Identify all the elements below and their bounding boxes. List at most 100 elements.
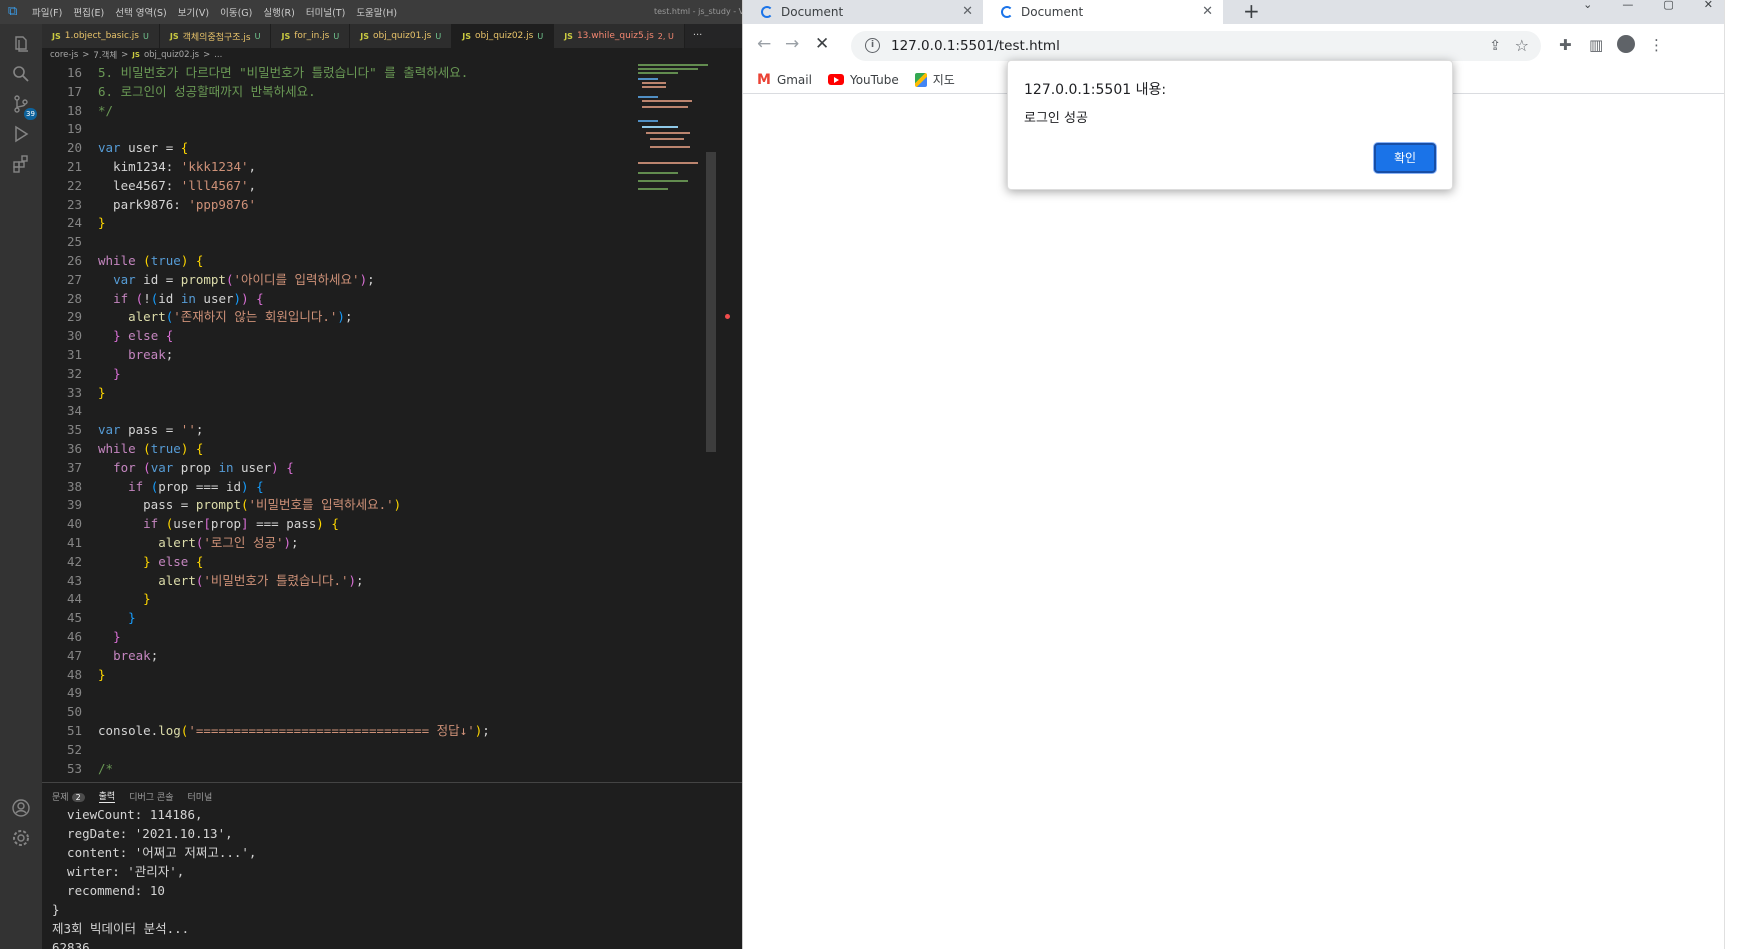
vscode-logo-icon: ⧉ (8, 4, 18, 19)
ok-button[interactable]: 확인 (1374, 143, 1436, 173)
menu-go[interactable]: 이동(G) (220, 5, 252, 19)
menu-view[interactable]: 보기(V) (178, 5, 209, 19)
line-number: 18 (66, 102, 82, 118)
code-line: if (prop === id) { (128, 478, 264, 494)
profile-avatar-icon[interactable] (1617, 35, 1635, 53)
tab-while-quiz5[interactable]: JS 13.while_quiz5.js 2, U (554, 24, 685, 48)
breadcrumb-folder[interactable]: 7.객체 (93, 49, 117, 61)
code-line: 6. 로그인이 성공할때까지 반복하세요. (98, 83, 316, 99)
output-line: wirter: '관리자', (52, 864, 185, 879)
kebab-menu-icon[interactable]: ⋮ (1649, 37, 1664, 53)
code-line: pass = prompt('비밀번호를 입력하세요.') (98, 497, 402, 513)
address-bar[interactable]: i 127.0.0.1:5501/test.html ⇪ ☆ (851, 31, 1541, 61)
menu-selection[interactable]: 선택 영역(S) (115, 5, 166, 19)
side-panel-icon[interactable]: ▥ (1589, 37, 1603, 53)
line-number: 48 (66, 666, 82, 682)
line-number: 39 (66, 497, 82, 513)
js-file-icon: JS (132, 51, 140, 59)
line-number: 30 (66, 328, 82, 344)
tab-object-basic[interactable]: JS 1.object_basic.js U (42, 24, 160, 48)
extensions-icon[interactable] (11, 154, 31, 174)
alert-dialog: 127.0.0.1:5501 내용: 로그인 성공 확인 (1007, 60, 1453, 190)
share-icon[interactable]: ⇪ (1489, 38, 1501, 54)
extensions-puzzle-icon[interactable]: ✚ (1559, 37, 1572, 53)
stop-loading-icon[interactable]: ✕ (815, 34, 829, 54)
breadcrumb: core-js > 7.객체 > JS obj_quiz02.js > ... (42, 48, 742, 62)
close-icon[interactable]: ✕ (962, 4, 973, 19)
tab-nested-object[interactable]: JS 객체의중첩구조.js U (159, 24, 272, 48)
menu-help[interactable]: 도움말(H) (356, 5, 397, 19)
line-number: 35 (66, 422, 82, 438)
new-tab-button[interactable]: + (1243, 0, 1260, 22)
minimize-icon[interactable]: — (1622, 0, 1633, 10)
tab-output[interactable]: 출력 (98, 789, 116, 803)
account-icon[interactable] (11, 798, 31, 818)
window-controls: ⌄ — ▢ ✕ (1583, 0, 1713, 10)
line-number: 38 (66, 478, 82, 494)
menu-terminal[interactable]: 터미널(T) (306, 5, 345, 19)
line-number: 40 (66, 516, 82, 532)
bookmark-youtube[interactable]: YouTube (827, 73, 899, 87)
browser-tab[interactable]: Document ✕ (743, 0, 983, 24)
explorer-icon[interactable] (11, 34, 31, 54)
window-close-icon[interactable]: ✕ (1704, 0, 1713, 10)
line-number: 26 (66, 253, 82, 268)
panel-tabs: 문제 2 출력 디버그 콘솔 터미널 (52, 787, 212, 805)
run-debug-icon[interactable] (11, 124, 31, 144)
settings-gear-icon[interactable] (11, 828, 31, 848)
tab-debug-console[interactable]: 디버그 콘솔 (129, 790, 173, 803)
output-panel: 문제 2 출력 디버그 콘솔 터미널 viewCount: 114186, reg… (42, 782, 742, 949)
bookmark-gmail[interactable]: M Gmail (757, 72, 812, 88)
background-window-edge (1724, 0, 1746, 949)
code-line: } else { (113, 328, 174, 344)
tab-problems[interactable]: 문제 2 (52, 790, 85, 803)
code-editor[interactable]: 16 17 18 19 20 21 22 23 24 25 26 27 28 2… (42, 62, 742, 782)
js-file-icon: JS (462, 31, 471, 41)
browser-tab-active[interactable]: Document ✕ (983, 0, 1223, 24)
loading-spinner-icon (761, 6, 773, 18)
vscode-titlebar: ⧉ 파일(F) 편집(E) 선택 영역(S) 보기(V) 이동(G) 실행(R)… (0, 0, 742, 24)
line-number: 33 (66, 384, 82, 400)
line-number: 20 (66, 140, 82, 156)
bookmark-maps[interactable]: 지도 (914, 71, 955, 88)
forward-arrow-icon[interactable]: → (785, 34, 799, 54)
url-text[interactable]: 127.0.0.1:5501/test.html (891, 31, 1060, 61)
menu-run[interactable]: 실행(R) (263, 5, 295, 19)
search-icon[interactable] (11, 64, 31, 84)
editor-tabs: JS 1.object_basic.js U JS 객체의중첩구조.js U JS for… (42, 24, 742, 48)
line-number: 47 (66, 647, 82, 663)
output-line: 제3회 빅데이터 분석... (52, 921, 190, 936)
breadcrumb-file[interactable]: obj_quiz02.js (144, 50, 199, 60)
maximize-icon[interactable]: ▢ (1663, 0, 1673, 10)
close-icon[interactable]: ✕ (1202, 4, 1213, 19)
line-number: 29 (66, 309, 82, 325)
back-arrow-icon[interactable]: ← (757, 34, 771, 54)
code-line: /* (98, 760, 114, 776)
tab-search-icon[interactable]: ⌄ (1583, 0, 1592, 10)
code-line: } (113, 629, 121, 644)
breadcrumb-core-js[interactable]: core-js (50, 50, 78, 60)
tab-obj-quiz02[interactable]: JS obj_quiz02.js U (452, 24, 555, 48)
site-info-icon[interactable]: i (865, 38, 880, 53)
code-line: } (98, 215, 106, 231)
editor-scrollbar[interactable] (706, 152, 716, 452)
output-line: } (52, 902, 60, 917)
breadcrumb-symbol[interactable]: ... (214, 50, 222, 60)
line-number: 49 (66, 685, 82, 701)
code-line: park9876: 'ppp9876' (98, 196, 257, 212)
tab-for-in[interactable]: JS for_in.js U (271, 24, 351, 48)
more-tabs-button[interactable]: ··· (685, 24, 711, 48)
code-line: */ (98, 102, 114, 118)
menu-file[interactable]: 파일(F) (32, 5, 62, 19)
vscode-menubar: 파일(F) 편집(E) 선택 영역(S) 보기(V) 이동(G) 실행(R) 터… (32, 0, 397, 24)
line-number: 28 (66, 290, 82, 306)
code-line: } else { (143, 553, 204, 569)
tab-obj-quiz01[interactable]: JS obj_quiz01.js U (350, 24, 453, 48)
error-marker-icon (725, 314, 730, 319)
bookmark-star-icon[interactable]: ☆ (1515, 36, 1529, 55)
menu-edit[interactable]: 편집(E) (73, 5, 104, 19)
tab-terminal[interactable]: 터미널 (187, 790, 212, 803)
line-number: 21 (66, 159, 82, 174)
code-line: lee4567: 'lll4567', (98, 177, 257, 193)
code-line: alert('존재하지 않는 회원입니다.'); (128, 309, 353, 325)
